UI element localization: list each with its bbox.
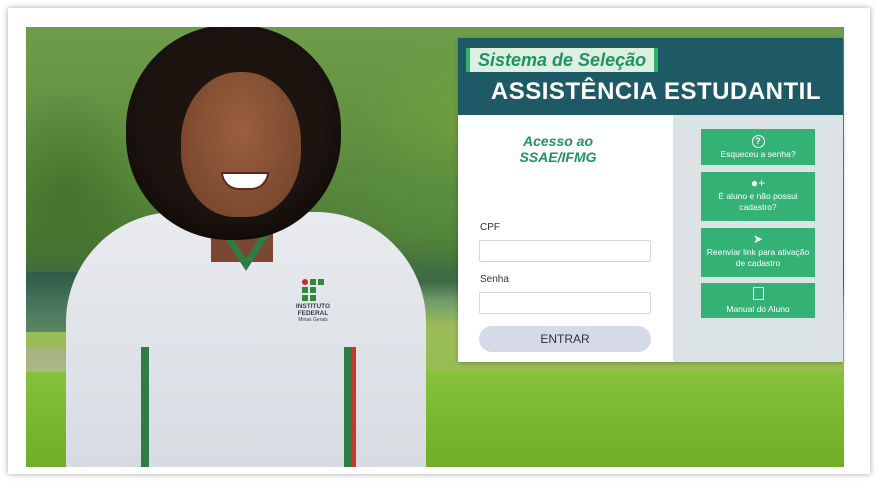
resend-activation-label: Reenviar link para ativação de cadastro	[706, 247, 810, 268]
banner-title: ASSISTÊNCIA ESTUDANTIL	[490, 78, 821, 105]
logo-line3: Minas Gerais	[298, 317, 328, 323]
student-photo: INSTITUTO FEDERAL Minas Gerais	[26, 27, 446, 467]
enter-button[interactable]: ENTRAR	[479, 326, 651, 352]
student-face	[181, 72, 301, 217]
banner-tag: Sistema de Seleção	[466, 48, 659, 72]
actions-sidebar: ? Esqueceu a senha? ●+ É aluno e não pos…	[673, 115, 843, 362]
student-manual-label: Manual do Aluno	[726, 304, 790, 314]
book-icon	[705, 287, 811, 303]
shirt-stripe	[344, 347, 352, 467]
shirt-stripe	[141, 347, 149, 467]
shirt-stripe	[352, 347, 356, 467]
system-banner: Sistema de Seleção ASSISTÊNCIA ESTUDANTI…	[458, 38, 843, 115]
logo-line2: FEDERAL	[297, 310, 329, 317]
login-title: Acesso ao SSAE/IFMG	[458, 133, 658, 165]
resend-activation-button[interactable]: ➤ Reenviar link para ativação de cadastr…	[701, 228, 815, 277]
login-title-line1: Acesso ao	[522, 133, 594, 149]
login-form: Acesso ao SSAE/IFMG CPF Senha ENTRAR	[458, 115, 673, 362]
student-manual-button[interactable]: Manual do Aluno	[701, 283, 815, 318]
register-button[interactable]: ●+ É aluno e não possui cadastro?	[701, 172, 815, 221]
institute-logo: INSTITUTO FEDERAL Minas Gerais	[283, 279, 343, 339]
user-plus-icon: ●+	[750, 176, 766, 190]
forgot-password-label: Esqueceu a senha?	[720, 149, 796, 159]
cpf-label: CPF	[480, 222, 500, 233]
logo-line1: INSTITUTO	[295, 303, 331, 310]
forgot-password-button[interactable]: ? Esqueceu a senha?	[701, 129, 815, 165]
question-circle-icon: ?	[705, 133, 811, 148]
password-label: Senha	[480, 274, 509, 285]
login-title-line2: SSAE/IFMG	[519, 149, 597, 165]
register-label: É aluno e não possui cadastro?	[718, 191, 798, 212]
institute-logo-icon	[302, 279, 324, 301]
password-input[interactable]	[479, 292, 651, 314]
paper-plane-icon: ➤	[752, 232, 764, 246]
cpf-input[interactable]	[479, 240, 651, 262]
login-panel: Sistema de Seleção ASSISTÊNCIA ESTUDANTI…	[458, 38, 843, 362]
